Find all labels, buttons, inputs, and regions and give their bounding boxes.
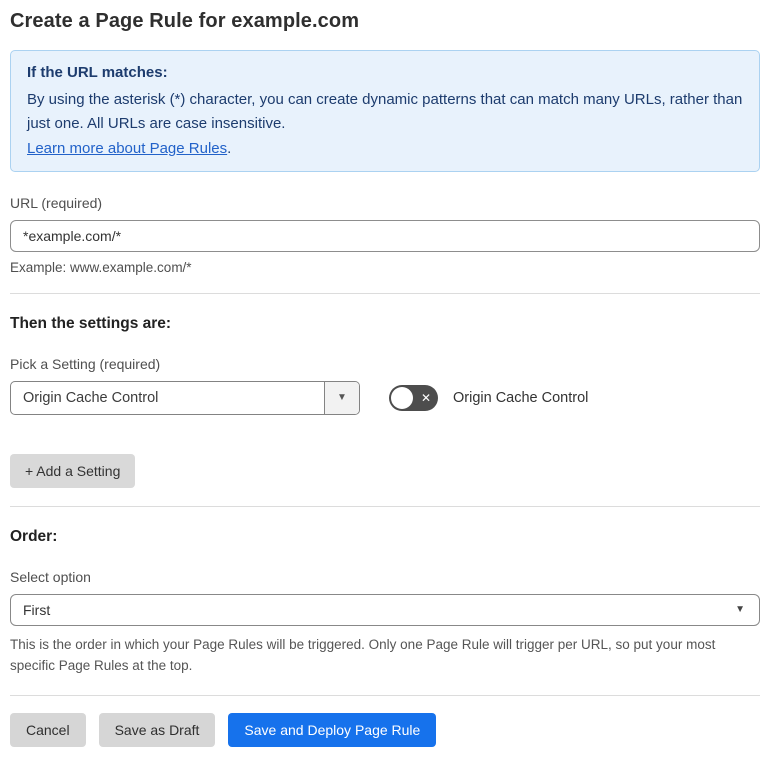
link-suffix: . [227, 139, 232, 157]
origin-cache-control-toggle[interactable]: ✕ [389, 384, 438, 411]
order-select[interactable]: First ▼ [10, 593, 760, 626]
order-select-label: Select option [10, 568, 91, 585]
order-select-value: First [23, 601, 51, 618]
chevron-down-icon: ▼ [735, 604, 745, 616]
url-field-group: URL (required) Example: www.example.com/… [10, 195, 760, 275]
divider [10, 695, 760, 697]
url-input[interactable] [10, 219, 760, 252]
setting-select-caret-button[interactable]: ▼ [324, 381, 359, 414]
toggle-label: Origin Cache Control [453, 389, 589, 406]
divider [10, 505, 760, 507]
add-setting-button[interactable]: + Add a Setting [10, 453, 136, 488]
page-title: Create a Page Rule for example.com [10, 10, 360, 32]
url-field-example: Example: www.example.com/* [10, 259, 192, 275]
info-box-body: By using the asterisk (*) character, you… [27, 91, 743, 133]
toggle-knob [391, 386, 413, 409]
order-section-heading: Order: [10, 527, 58, 545]
url-field-label: URL (required) [10, 194, 103, 211]
info-box-link-line: Learn more about Page Rules. [27, 140, 743, 157]
setting-select-value: Origin Cache Control [23, 389, 159, 406]
learn-more-link[interactable]: Learn more about Page Rules [27, 140, 227, 157]
setting-select[interactable]: Origin Cache Control ▼ [10, 380, 360, 415]
order-help-text: This is the order in which your Page Rul… [10, 636, 716, 674]
settings-section-heading: Then the settings are: [10, 314, 172, 332]
page-rule-form: Create a Page Rule for example.com If th… [0, 0, 770, 757]
save-as-draft-button[interactable]: Save as Draft [98, 713, 216, 748]
pick-setting-label: Pick a Setting (required) [10, 355, 161, 372]
cancel-button[interactable]: Cancel [10, 713, 86, 748]
setting-row: Origin Cache Control ▼ ✕ Origin Cache Co… [10, 380, 760, 415]
info-box-heading: If the URL matches: [27, 64, 168, 81]
url-match-info-box: If the URL matches: By using the asteris… [10, 50, 760, 172]
toggle-off-x-icon: ✕ [420, 390, 431, 405]
footer-actions: Cancel Save as Draft Save and Deploy Pag… [10, 713, 760, 748]
save-and-deploy-button[interactable]: Save and Deploy Page Rule [228, 713, 437, 748]
chevron-down-icon: ▼ [337, 392, 347, 404]
divider [10, 292, 760, 294]
